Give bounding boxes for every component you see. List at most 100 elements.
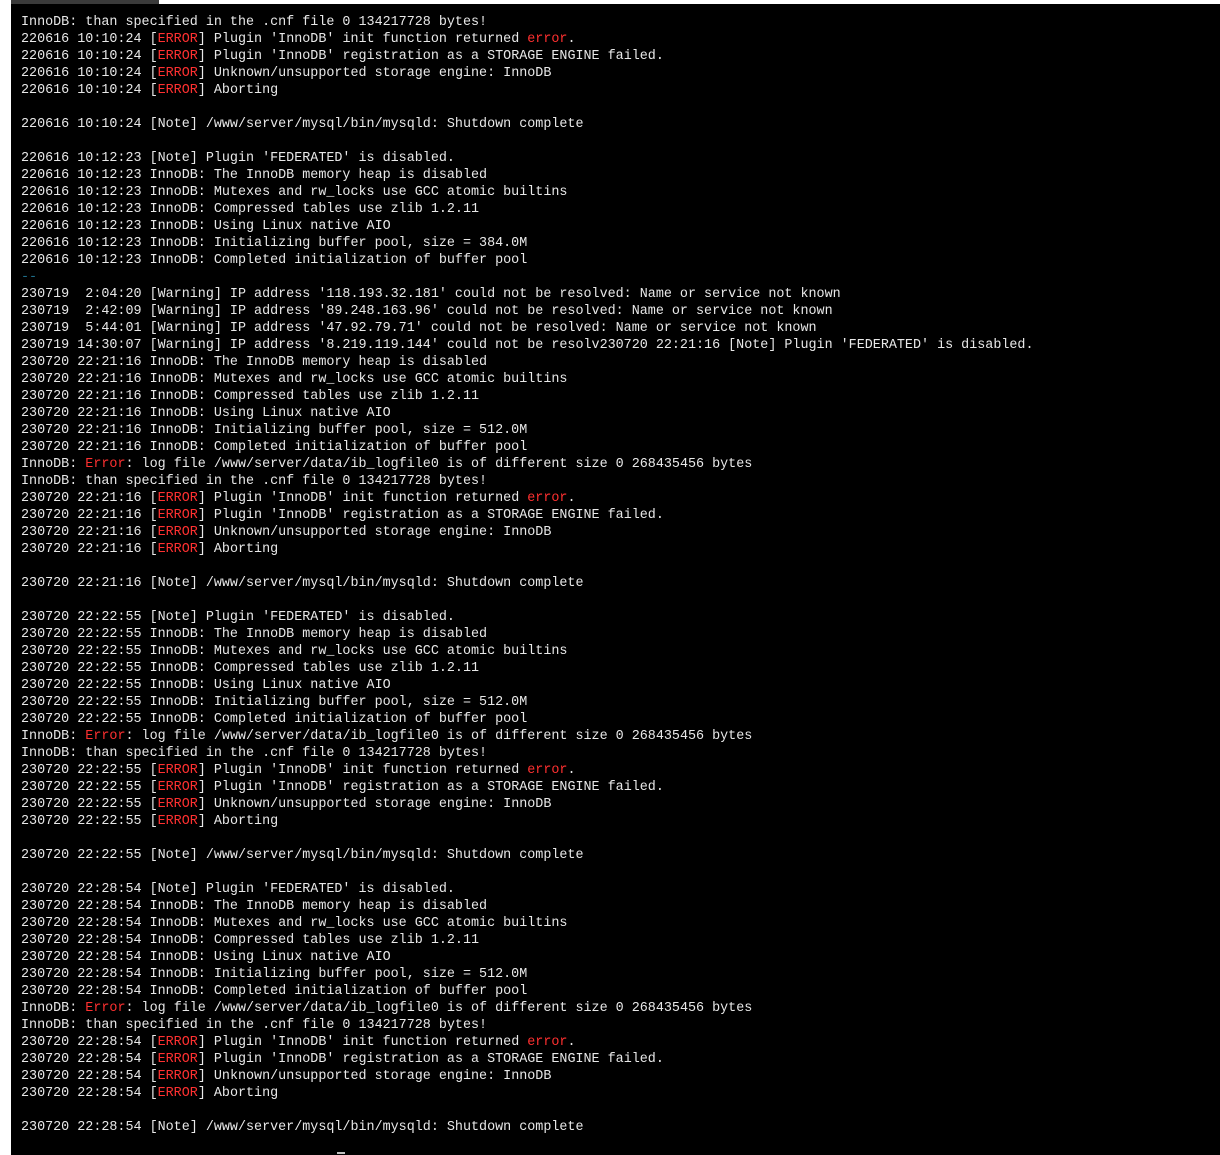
log-blank-line xyxy=(21,1102,1034,1119)
log-line: 230720 22:22:55 [ERROR] Plugin 'InnoDB' … xyxy=(21,762,1034,779)
log-text: 230720 22:28:54 InnoDB: The InnoDB memor… xyxy=(21,899,488,914)
log-line: InnoDB: than specified in the .cnf file … xyxy=(21,473,1034,490)
log-line: 230720 22:21:16 InnoDB: Completed initia… xyxy=(21,439,1034,456)
log-text: ] Plugin 'InnoDB' registration as a STOR… xyxy=(197,1052,664,1067)
log-blank-line xyxy=(21,592,1034,609)
log-line: 230720 22:28:54 InnoDB: Initializing buf… xyxy=(21,966,1034,983)
log-text: 230720 22:28:54 [ xyxy=(21,1086,158,1101)
log-line: InnoDB: than specified in the .cnf file … xyxy=(21,745,1034,762)
log-line: 220616 10:12:23 InnoDB: Mutexes and rw_l… xyxy=(21,184,1034,201)
log-text: 230719 5:44:01 [Warning] IP address '47.… xyxy=(21,321,817,336)
log-line: 230720 22:22:55 [Note] /www/server/mysql… xyxy=(21,847,1034,864)
log-text: 230720 22:22:55 InnoDB: Initializing buf… xyxy=(21,695,528,710)
log-blank-line xyxy=(21,558,1034,575)
log-line: 230720 22:21:16 InnoDB: Compressed table… xyxy=(21,388,1034,405)
log-text: 230720 22:28:54 [Note] Plugin 'FEDERATED… xyxy=(21,882,455,897)
log-text: InnoDB: than specified in the .cnf file … xyxy=(21,15,488,30)
log-line: 230720 22:28:54 [Note] /www/server/mysql… xyxy=(21,1119,1034,1136)
log-text: ] Plugin 'InnoDB' registration as a STOR… xyxy=(197,780,664,795)
log-line: 230720 22:21:16 InnoDB: Mutexes and rw_l… xyxy=(21,371,1034,388)
log-line: 230720 22:21:16 [ERROR] Unknown/unsuppor… xyxy=(21,524,1034,541)
log-text: 230720 22:28:54 [ xyxy=(21,1052,158,1067)
log-line: 230720 22:22:55 [Note] Plugin 'FEDERATED… xyxy=(21,609,1034,626)
log-text: InnoDB: xyxy=(21,729,86,744)
log-text: 230720 22:21:16 InnoDB: The InnoDB memor… xyxy=(21,355,488,370)
log-text: . xyxy=(567,491,576,506)
log-line: 220616 10:10:24 [ERROR] Plugin 'InnoDB' … xyxy=(21,31,1034,48)
log-error-text: ERROR xyxy=(157,83,198,98)
log-line: 230720 22:28:54 [Note] Plugin 'FEDERATED… xyxy=(21,881,1034,898)
log-line: 230719 2:04:20 [Warning] IP address '118… xyxy=(21,286,1034,303)
log-text: 220616 10:12:23 InnoDB: Mutexes and rw_l… xyxy=(21,185,568,200)
log-line: 230720 22:28:54 InnoDB: Compressed table… xyxy=(21,932,1034,949)
log-line: 230720 22:28:54 InnoDB: Using Linux nati… xyxy=(21,949,1034,966)
log-text: 220616 10:10:24 [Note] /www/server/mysql… xyxy=(21,117,584,132)
log-line: 230719 5:44:01 [Warning] IP address '47.… xyxy=(21,320,1034,337)
log-line: 230720 22:21:16 [ERROR] Plugin 'InnoDB' … xyxy=(21,490,1034,507)
log-line: 230720 22:21:16 [ERROR] Plugin 'InnoDB' … xyxy=(21,507,1034,524)
log-text: 230720 22:21:16 InnoDB: Compressed table… xyxy=(21,389,480,404)
log-text: InnoDB: than specified in the .cnf file … xyxy=(21,746,488,761)
log-text: 220616 10:12:23 InnoDB: Completed initia… xyxy=(21,253,528,268)
log-text: 230720 22:22:55 InnoDB: Completed initia… xyxy=(21,712,528,727)
log-line: 230720 22:21:16 InnoDB: Using Linux nati… xyxy=(21,405,1034,422)
log-line: 230720 22:22:55 InnoDB: Completed initia… xyxy=(21,711,1034,728)
log-text: 230720 22:22:55 [Note] /www/server/mysql… xyxy=(21,848,584,863)
log-error-text: ERROR xyxy=(157,1035,198,1050)
log-text: 230720 22:28:54 InnoDB: Compressed table… xyxy=(21,933,480,948)
terminal-window[interactable]: InnoDB: than specified in the .cnf file … xyxy=(11,4,1220,1155)
log-text: : log file /www/server/data/ib_logfile0 … xyxy=(125,729,753,744)
log-error-text: ERROR xyxy=(157,491,198,506)
log-line: 230720 22:22:55 InnoDB: Using Linux nati… xyxy=(21,677,1034,694)
log-text: 230720 22:22:55 [ xyxy=(21,814,158,829)
log-text: ] Plugin 'InnoDB' registration as a STOR… xyxy=(197,49,664,64)
log-text: 230720 22:21:16 InnoDB: Initializing buf… xyxy=(21,423,528,438)
log-line: 220616 10:10:24 [ERROR] Aborting xyxy=(21,82,1034,99)
log-line: 220616 10:12:23 InnoDB: Compressed table… xyxy=(21,201,1034,218)
log-line: 230720 22:22:55 InnoDB: Compressed table… xyxy=(21,660,1034,677)
log-text: 230719 2:04:20 [Warning] IP address '118… xyxy=(21,287,841,302)
log-text: 220616 10:12:23 InnoDB: Using Linux nati… xyxy=(21,219,391,234)
log-text: 230720 22:28:54 InnoDB: Completed initia… xyxy=(21,984,528,999)
log-error-text: ERROR xyxy=(157,1052,198,1067)
log-line: 220616 10:12:23 InnoDB: The InnoDB memor… xyxy=(21,167,1034,184)
log-line: 230720 22:28:54 InnoDB: The InnoDB memor… xyxy=(21,898,1034,915)
mysql-error-log-output: InnoDB: than specified in the .cnf file … xyxy=(21,14,1034,1136)
log-text: ] Unknown/unsupported storage engine: In… xyxy=(197,66,552,81)
log-text: 230720 22:21:16 InnoDB: Using Linux nati… xyxy=(21,406,391,421)
log-text: ] Plugin 'InnoDB' init function returned xyxy=(197,763,528,778)
log-line: 220616 10:10:24 [ERROR] Unknown/unsuppor… xyxy=(21,65,1034,82)
log-text: 230720 22:21:16 [ xyxy=(21,508,158,523)
log-error-text: Error xyxy=(85,729,126,744)
log-line: 220616 10:12:23 InnoDB: Completed initia… xyxy=(21,252,1034,269)
log-text: 230720 22:21:16 [Note] /www/server/mysql… xyxy=(21,576,584,591)
log-text: InnoDB: than specified in the .cnf file … xyxy=(21,1018,488,1033)
log-text: 230720 22:21:16 [ xyxy=(21,525,158,540)
log-text: : log file /www/server/data/ib_logfile0 … xyxy=(125,457,753,472)
log-text: ] Plugin 'InnoDB' init function returned xyxy=(197,32,528,47)
log-text: 230720 22:22:55 [ xyxy=(21,797,158,812)
terminal-cursor xyxy=(337,1152,345,1154)
log-error-text: error xyxy=(527,491,568,506)
log-text: ] Aborting xyxy=(197,814,279,829)
log-text: ] Unknown/unsupported storage engine: In… xyxy=(197,525,552,540)
log-text: ] Unknown/unsupported storage engine: In… xyxy=(197,797,552,812)
log-text: 230720 22:21:16 InnoDB: Mutexes and rw_l… xyxy=(21,372,568,387)
log-error-text: Error xyxy=(85,1001,126,1016)
log-line: 220616 10:12:23 [Note] Plugin 'FEDERATED… xyxy=(21,150,1034,167)
log-line: InnoDB: Error: log file /www/server/data… xyxy=(21,1000,1034,1017)
log-line: 230720 22:21:16 InnoDB: Initializing buf… xyxy=(21,422,1034,439)
log-text: ] Aborting xyxy=(197,83,279,98)
log-text: . xyxy=(567,763,576,778)
log-line: 230720 22:22:55 [ERROR] Aborting xyxy=(21,813,1034,830)
log-error-text: ERROR xyxy=(157,508,198,523)
log-text: InnoDB: than specified in the .cnf file … xyxy=(21,474,488,489)
log-text: InnoDB: xyxy=(21,1001,86,1016)
log-line: 230719 14:30:07 [Warning] IP address '8.… xyxy=(21,337,1034,354)
log-line: 230720 22:28:54 InnoDB: Mutexes and rw_l… xyxy=(21,915,1034,932)
log-separator: -- xyxy=(21,270,38,285)
log-line: 230720 22:21:16 [Note] /www/server/mysql… xyxy=(21,575,1034,592)
log-line: 230720 22:21:16 [ERROR] Aborting xyxy=(21,541,1034,558)
log-text: 230720 22:22:55 InnoDB: Using Linux nati… xyxy=(21,678,391,693)
log-text: 230720 22:22:55 InnoDB: The InnoDB memor… xyxy=(21,627,488,642)
